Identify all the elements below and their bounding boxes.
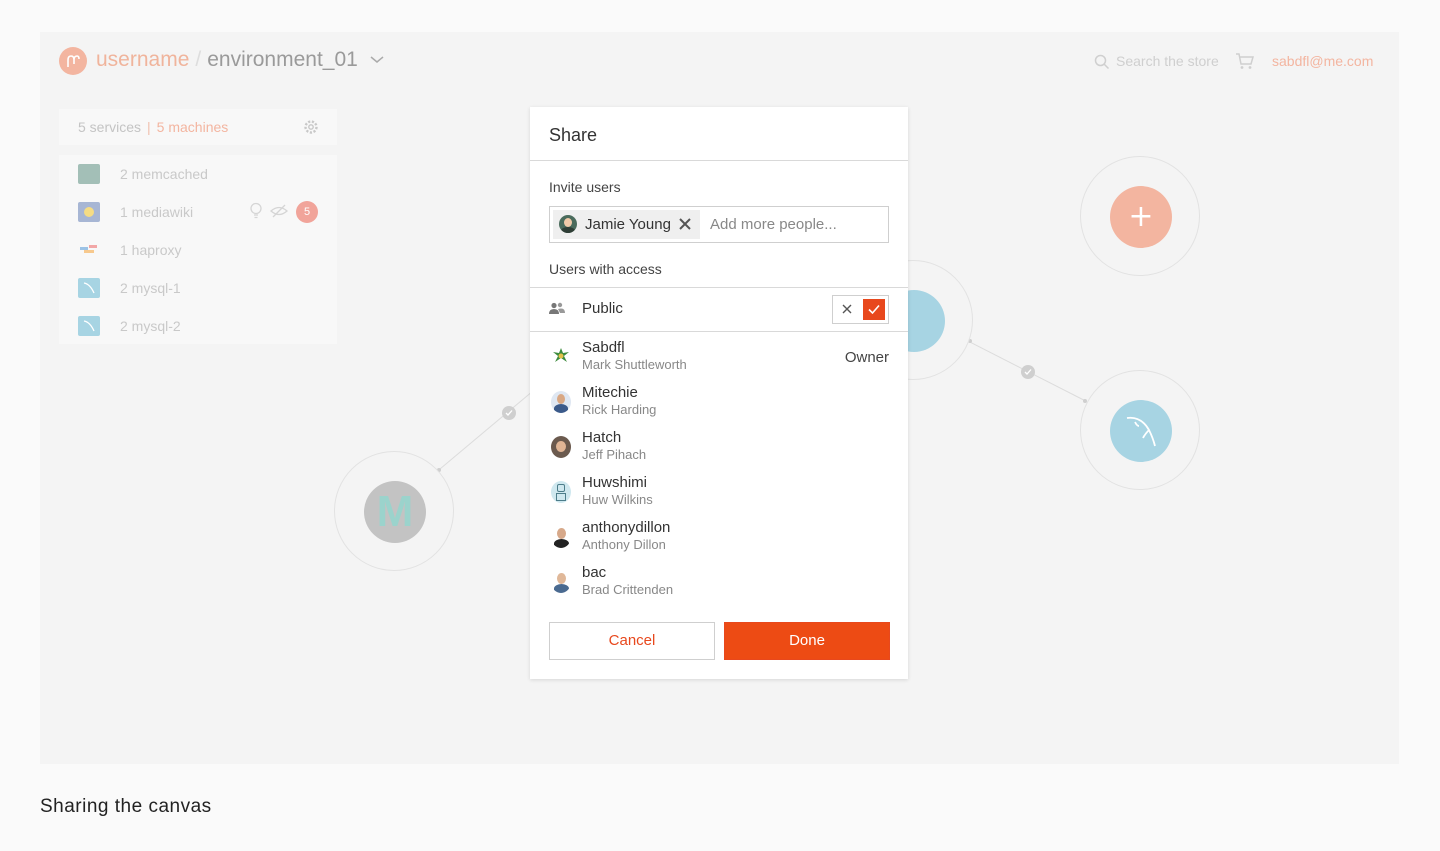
service-item-mysql-2[interactable]: 2 mysql-2 <box>59 307 337 345</box>
mysql-icon <box>78 316 100 336</box>
invite-users-input[interactable]: Jamie Young Add more people... <box>549 206 889 243</box>
avatar <box>551 436 571 458</box>
user-username: Huwshimi <box>582 474 648 491</box>
avatar <box>551 571 571 593</box>
user-row: Hatch Jeff Pihach <box>530 429 908 474</box>
users-with-access-label: Users with access <box>549 261 662 277</box>
machines-count[interactable]: 5 machines <box>157 119 229 135</box>
divider: | <box>147 119 151 135</box>
lightbulb-icon[interactable] <box>249 202 263 220</box>
user-fullname: Jeff Pihach <box>582 447 647 462</box>
checkmark-icon <box>868 304 880 315</box>
user-row: Mitechie Rick Harding <box>530 384 908 429</box>
dialog-title: Share <box>549 125 598 145</box>
user-row: Sabdfl Mark Shuttleworth Owner <box>530 339 908 384</box>
service-label: 1 haproxy <box>120 242 182 258</box>
hide-icon[interactable] <box>270 202 288 220</box>
invite-placeholder: Add more people... <box>710 216 837 233</box>
haproxy-icon <box>78 240 100 260</box>
share-dialog: Share Invite users Jamie Young Add more … <box>530 107 908 679</box>
invited-user-chip[interactable]: Jamie Young <box>553 210 700 239</box>
avatar <box>551 346 571 368</box>
unit-count-badge: 5 <box>296 201 318 223</box>
service-label: 2 mysql-2 <box>120 318 181 334</box>
user-fullname: Anthony Dillon <box>582 537 666 552</box>
user-username: Mitechie <box>582 384 638 401</box>
search-icon <box>1094 54 1110 70</box>
service-label: 1 mediawiki <box>120 204 194 220</box>
breadcrumb-environment[interactable]: environment_01 <box>207 48 358 71</box>
juju-logo-icon[interactable] <box>59 47 87 75</box>
user-username: Sabdfl <box>582 339 625 356</box>
invite-users-label: Invite users <box>549 179 621 195</box>
toggle-off[interactable] <box>833 296 861 323</box>
user-username: anthonydillon <box>582 519 671 536</box>
plus-icon: + <box>1128 199 1154 234</box>
gear-icon[interactable] <box>303 119 319 135</box>
service-item-mysql-1[interactable]: 2 mysql-1 <box>59 269 337 307</box>
divider <box>530 160 908 161</box>
mysql-icon <box>1110 400 1172 462</box>
users-group-icon <box>549 302 565 314</box>
add-service-node[interactable]: + <box>1080 156 1200 276</box>
service-item-memcached[interactable]: 2 memcached <box>59 155 337 193</box>
toggle-on[interactable] <box>863 299 885 320</box>
relation-line[interactable] <box>438 392 531 471</box>
user-row: bac Brad Crittenden <box>530 564 908 609</box>
invited-user-name: Jamie Young <box>585 216 671 233</box>
mysql-2-service-node[interactable] <box>1080 370 1200 490</box>
user-email[interactable]: sabdfl@me.com <box>1272 53 1373 69</box>
public-access-row: Public <box>530 287 908 332</box>
remove-icon[interactable] <box>679 218 691 230</box>
avatar <box>559 215 577 233</box>
memcached-icon: M <box>364 481 426 543</box>
services-summary: 5 services | 5 machines <box>59 109 337 145</box>
user-role: Owner <box>844 349 889 366</box>
search-placeholder: Search the store <box>1116 53 1219 69</box>
breadcrumb-username[interactable]: username <box>96 48 189 71</box>
user-fullname: Mark Shuttleworth <box>582 357 687 372</box>
relation-status-icon[interactable] <box>1021 365 1035 379</box>
service-label: 2 memcached <box>120 166 208 182</box>
mediawiki-icon <box>78 202 100 222</box>
service-item-mediawiki[interactable]: 1 mediawiki 5 <box>59 193 337 231</box>
cart-icon[interactable] <box>1235 52 1255 70</box>
cancel-button[interactable]: Cancel <box>549 622 715 660</box>
user-username: bac <box>582 564 607 581</box>
memcached-service-node[interactable]: M <box>334 451 454 571</box>
service-label: 2 mysql-1 <box>120 280 181 296</box>
divider <box>530 331 908 332</box>
user-row: anthonydillon Anthony Dillon <box>530 519 908 564</box>
memcached-letter: M <box>376 487 414 536</box>
avatar <box>551 481 571 503</box>
user-username: Hatch <box>582 429 622 446</box>
figure-caption: Sharing the canvas <box>40 796 212 817</box>
user-fullname: Rick Harding <box>582 402 657 417</box>
canvas-app: username / environment_01 Search the store… <box>40 32 1399 764</box>
user-row: Huwshimi Huw Wilkins <box>530 474 908 519</box>
public-toggle[interactable] <box>832 295 889 324</box>
breadcrumb-separator: / <box>195 48 202 71</box>
add-button[interactable]: + <box>1110 186 1172 248</box>
memcached-icon <box>78 164 100 184</box>
user-fullname: Huw Wilkins <box>582 492 653 507</box>
chevron-down-icon[interactable] <box>370 56 384 64</box>
done-button[interactable]: Done <box>724 622 890 660</box>
public-label: Public <box>582 300 623 317</box>
mysql-icon <box>78 278 100 298</box>
avatar <box>551 391 571 413</box>
relation-status-icon[interactable] <box>502 406 516 420</box>
services-count[interactable]: 5 services <box>78 119 141 135</box>
user-fullname: Brad Crittenden <box>582 582 674 597</box>
avatar <box>551 526 571 548</box>
service-item-haproxy[interactable]: 1 haproxy <box>59 231 337 269</box>
breadcrumb: username / environment_01 <box>96 48 384 72</box>
close-icon <box>842 304 852 314</box>
top-header: username / environment_01 Search the store… <box>40 32 1399 92</box>
services-list: 2 memcached 1 mediawiki 5 1 haproxy 2 my… <box>59 155 337 344</box>
